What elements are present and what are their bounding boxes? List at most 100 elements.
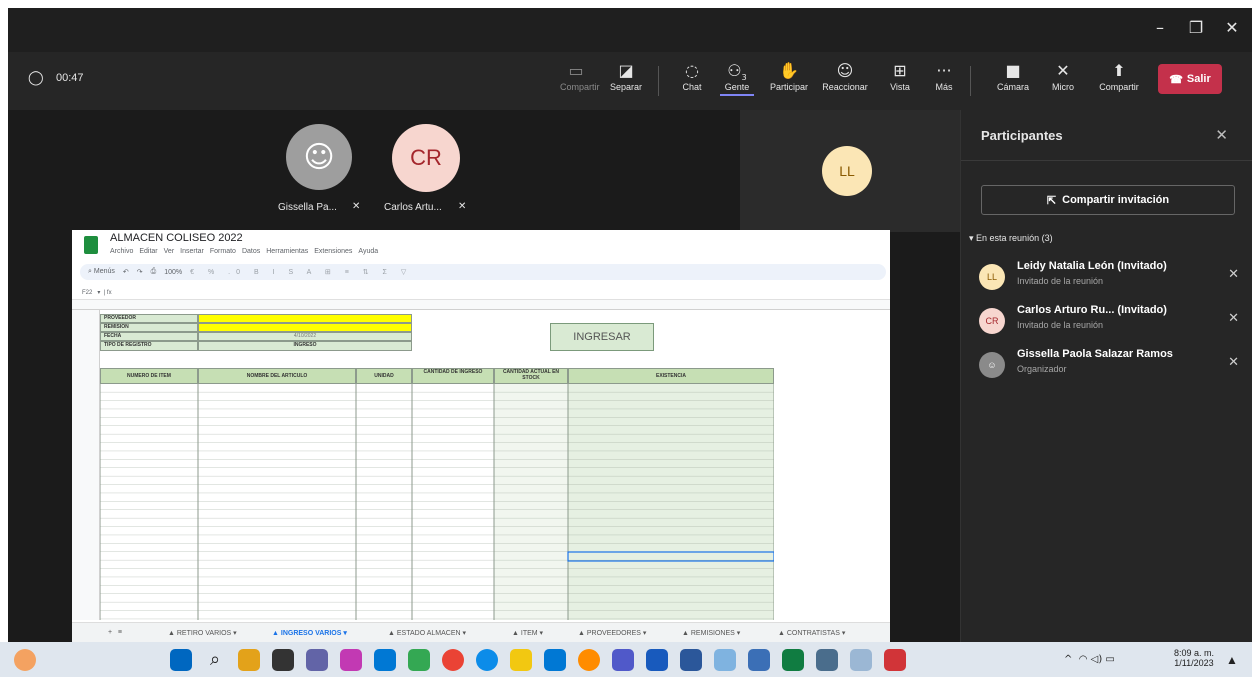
edge-icon[interactable]	[476, 649, 498, 671]
menu-item[interactable]: Insertar	[180, 248, 204, 255]
proveedor-cell[interactable]	[198, 314, 412, 323]
menu-item[interactable]: Extensiones	[314, 248, 352, 255]
mic-off-icon: ✕	[352, 201, 361, 212]
sheet-title[interactable]: ALMACEN COLISEO 2022	[110, 232, 243, 244]
menu-item[interactable]: Editar	[139, 248, 157, 255]
redo-icon[interactable]: ↷	[137, 268, 143, 276]
menu-item[interactable]: Archivo	[110, 248, 133, 255]
windows-taskbar: ⌕ ^ ◠ ◁) ▭ 8:09 a. m. 1/11/2023 ▲	[0, 642, 1252, 677]
data-grid[interactable]	[99, 384, 775, 620]
section-toggle[interactable]: ▾ En esta reunión (3)	[969, 233, 1053, 244]
sheet-tab[interactable]: ▲ CONTRATISTAS ▾	[778, 629, 845, 637]
app-icon[interactable]	[680, 649, 702, 671]
leave-button[interactable]: ☎ Salir	[1158, 64, 1222, 94]
sheet-tab[interactable]: ▲ RETIRO VARIOS ▾	[168, 629, 237, 637]
notification-icon[interactable]: ▲	[1226, 653, 1238, 667]
more-button[interactable]: ··· Más	[932, 60, 956, 92]
person-icon: ☺	[303, 139, 335, 175]
menu-item[interactable]: Ver	[164, 248, 175, 255]
emoji-icon: ☺	[836, 61, 854, 80]
column-header: UNIDAD	[356, 368, 412, 384]
clock[interactable]: 8:09 a. m. 1/11/2023	[1174, 648, 1214, 668]
column-header: NUMERO DE ITEM	[100, 368, 198, 384]
menu-item[interactable]: Herramientas	[266, 248, 308, 255]
folder-icon[interactable]	[510, 649, 532, 671]
settings-icon[interactable]	[816, 649, 838, 671]
participants-panel: Participantes ✕ ⇱ Compartir invitación ▾ …	[960, 110, 1252, 642]
mail-icon[interactable]	[544, 649, 566, 671]
chat-button[interactable]: ◌ Chat	[678, 60, 706, 92]
widgets-icon[interactable]	[14, 649, 36, 671]
share-invite-button[interactable]: ⇱ Compartir invitación	[981, 185, 1235, 215]
mic-off-icon: ✕	[1056, 61, 1070, 80]
maximize-icon[interactable]: ❐	[1184, 18, 1208, 37]
add-sheet-icon[interactable]: + ≡	[108, 629, 122, 636]
column-header: EXISTENCIA	[568, 368, 774, 384]
explorer-icon[interactable]	[238, 649, 260, 671]
firefox-icon[interactable]	[578, 649, 600, 671]
sheet-tab[interactable]: ▲ ESTADO ALMACEN ▾	[388, 629, 466, 637]
taskview-icon[interactable]	[272, 649, 294, 671]
participant-role: Invitado de la reunión	[1017, 276, 1104, 286]
participant-row[interactable]: ☺ Gissella Paola Salazar Ramos Organizad…	[979, 348, 1239, 388]
print-icon[interactable]: ⎙	[151, 268, 157, 276]
camera-button[interactable]: ■ Cámara	[996, 60, 1030, 92]
share-tray-button[interactable]: ▭ Compartir	[560, 60, 600, 92]
search-menus[interactable]: ⌕ Menús	[88, 268, 115, 276]
teams-icon[interactable]	[306, 649, 328, 671]
view-button[interactable]: ⊞ Vista	[886, 60, 914, 92]
pdf-icon[interactable]	[884, 649, 906, 671]
tray-icons[interactable]: ^ ◠ ◁) ▭	[1064, 654, 1115, 665]
start-icon[interactable]	[170, 649, 192, 671]
call-timer: 00:47	[56, 72, 84, 84]
app-icon[interactable]	[850, 649, 872, 671]
minimize-icon[interactable]: –	[1148, 18, 1172, 37]
sheet-header: ALMACEN COLISEO 2022 Archivo Editar Ver …	[72, 230, 890, 262]
calculator-icon[interactable]	[374, 649, 396, 671]
photos-icon[interactable]	[714, 649, 736, 671]
phone-icon: ☎	[1169, 73, 1183, 86]
chat-icon: ◌	[685, 61, 699, 80]
participant-name: Gissella Paola Salazar Ramos	[1017, 348, 1173, 360]
popout-button[interactable]: ◪ Separar	[608, 60, 644, 92]
video-tile: LL	[740, 110, 960, 232]
row-numbers	[72, 310, 100, 620]
share-button[interactable]: ⬆ Compartir	[1094, 60, 1144, 92]
undo-icon[interactable]: ↶	[123, 268, 129, 276]
sheets-icon[interactable]	[408, 649, 430, 671]
participant-row[interactable]: CR Carlos Arturo Ru... (Invitado) Invita…	[979, 304, 1239, 344]
tipo-registro-cell[interactable]: INGRESO	[198, 341, 412, 351]
raise-hand-button[interactable]: ✋ Participar	[768, 60, 810, 92]
sheet-tab-active[interactable]: ▲ INGRESO VARIOS ▾	[272, 629, 347, 637]
app-icon[interactable]	[340, 649, 362, 671]
mic-button[interactable]: ✕ Micro	[1048, 60, 1078, 92]
close-icon[interactable]: ✕	[1220, 18, 1244, 37]
ingresar-button[interactable]: INGRESAR	[550, 323, 654, 351]
remision-cell[interactable]	[198, 323, 412, 332]
react-button[interactable]: ☺ Reaccionar	[820, 60, 870, 92]
teams-icon[interactable]	[612, 649, 634, 671]
word-icon[interactable]	[646, 649, 668, 671]
sheet-tab[interactable]: ▲ PROVEEDORES ▾	[578, 629, 646, 637]
app-icon[interactable]	[748, 649, 770, 671]
menu-item[interactable]: Datos	[242, 248, 260, 255]
sheet-tab[interactable]: ▲ ITEM ▾	[512, 629, 543, 637]
sheet-tab[interactable]: ▲ REMISIONES ▾	[682, 629, 740, 637]
menu-item[interactable]: Formato	[210, 248, 236, 255]
search-icon[interactable]: ⌕	[204, 649, 226, 671]
fecha-cell[interactable]: 4/10/2022	[198, 332, 412, 341]
divider	[961, 160, 1252, 161]
formula-bar[interactable]: F22 ▾ | fx	[72, 286, 890, 300]
menu-item[interactable]: Ayuda	[358, 248, 378, 255]
people-button[interactable]: ⚇3 Gente	[720, 60, 754, 96]
chrome-icon[interactable]	[442, 649, 464, 671]
close-icon[interactable]: ✕	[1215, 126, 1228, 144]
excel-icon[interactable]	[782, 649, 804, 671]
shield-icon: ◯	[28, 70, 44, 86]
sheet-menu: Archivo Editar Ver Insertar Formato Dato…	[110, 248, 378, 255]
participant-name: Gissella Pa...	[278, 202, 337, 213]
share-link-icon: ⇱	[1046, 194, 1057, 207]
zoom-select[interactable]: 100%	[164, 269, 182, 276]
participant-row[interactable]: LL Leidy Natalia León (Invitado) Invitad…	[979, 260, 1239, 300]
camera-off-icon: ■	[1005, 61, 1021, 80]
